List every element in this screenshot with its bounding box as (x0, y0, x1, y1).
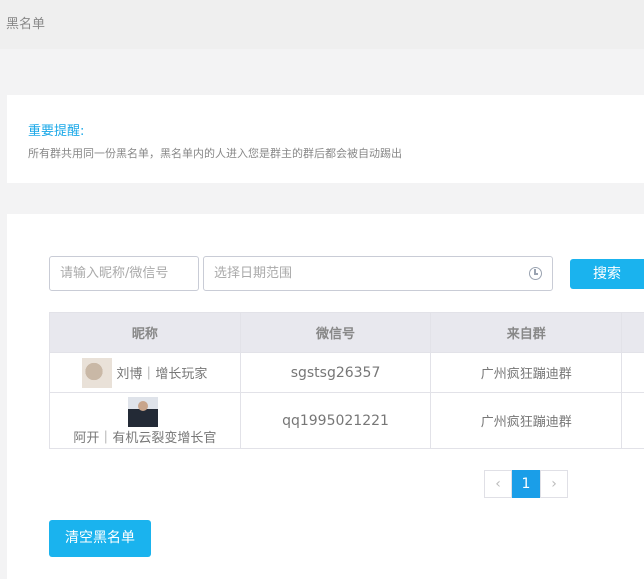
avatar (127, 397, 158, 427)
nickname-text: 阿开｜有机云裂变增长官 (73, 431, 217, 446)
notice-title: 重要提醒: (28, 124, 85, 139)
search-button[interactable]: 搜索 (570, 259, 644, 289)
column-header-wechat: 微信号 (241, 313, 432, 352)
clock-icon (529, 267, 542, 280)
wechat-id-cell: sgstsg26357 (241, 353, 432, 392)
clear-blacklist-button[interactable]: 清空黑名单 (49, 520, 151, 557)
wechat-id-cell: qq1995021221 (241, 393, 432, 448)
blacklist-table: 昵称 微信号 来自群 刘博｜增长玩家 sgstsg26357 广州疯狂蹦迪群 阿… (49, 312, 644, 449)
table-row: 阿开｜有机云裂变增长官 qq1995021221 广州疯狂蹦迪群 (50, 393, 644, 449)
group-cell: 广州疯狂蹦迪群 (431, 353, 623, 392)
next-page-button[interactable]: › (540, 470, 568, 498)
date-range-placeholder: 选择日期范围 (214, 266, 293, 281)
group-cell: 广州疯狂蹦迪群 (431, 393, 623, 448)
extra-cell (622, 353, 644, 392)
page-title: 黑名单 (6, 17, 46, 32)
page-1-button[interactable]: 1 (512, 470, 540, 498)
nickname-cell: 刘博｜增长玩家 (50, 353, 241, 392)
notice-text: 所有群共用同一份黑名单，黑名单内的人进入您是群主的群后都会被自动踢出 (28, 147, 402, 160)
top-bar: 黑名单 (0, 0, 644, 49)
date-range-input[interactable]: 选择日期范围 (203, 256, 553, 291)
pagination: ‹ 1 › (484, 470, 568, 498)
nickname-search-input[interactable]: 请输入昵称/微信号 (49, 256, 199, 291)
notice-card: 重要提醒: 所有群共用同一份黑名单，黑名单内的人进入您是群主的群后都会被自动踢出 (7, 95, 644, 183)
nickname-text: 刘博｜增长玩家 (116, 367, 208, 382)
extra-cell (622, 393, 644, 448)
prev-page-button[interactable]: ‹ (484, 470, 512, 498)
column-header-group: 来自群 (431, 313, 623, 352)
avatar (82, 357, 113, 388)
column-header-extra (622, 313, 644, 352)
column-header-nickname: 昵称 (50, 313, 241, 352)
table-row: 刘博｜增长玩家 sgstsg26357 广州疯狂蹦迪群 (50, 353, 644, 393)
blacklist-card: 请输入昵称/微信号 选择日期范围 搜索 昵称 微信号 来自群 刘博｜增长玩家 s… (7, 214, 644, 579)
table-header: 昵称 微信号 来自群 (50, 313, 644, 353)
nickname-cell: 阿开｜有机云裂变增长官 (50, 393, 241, 448)
